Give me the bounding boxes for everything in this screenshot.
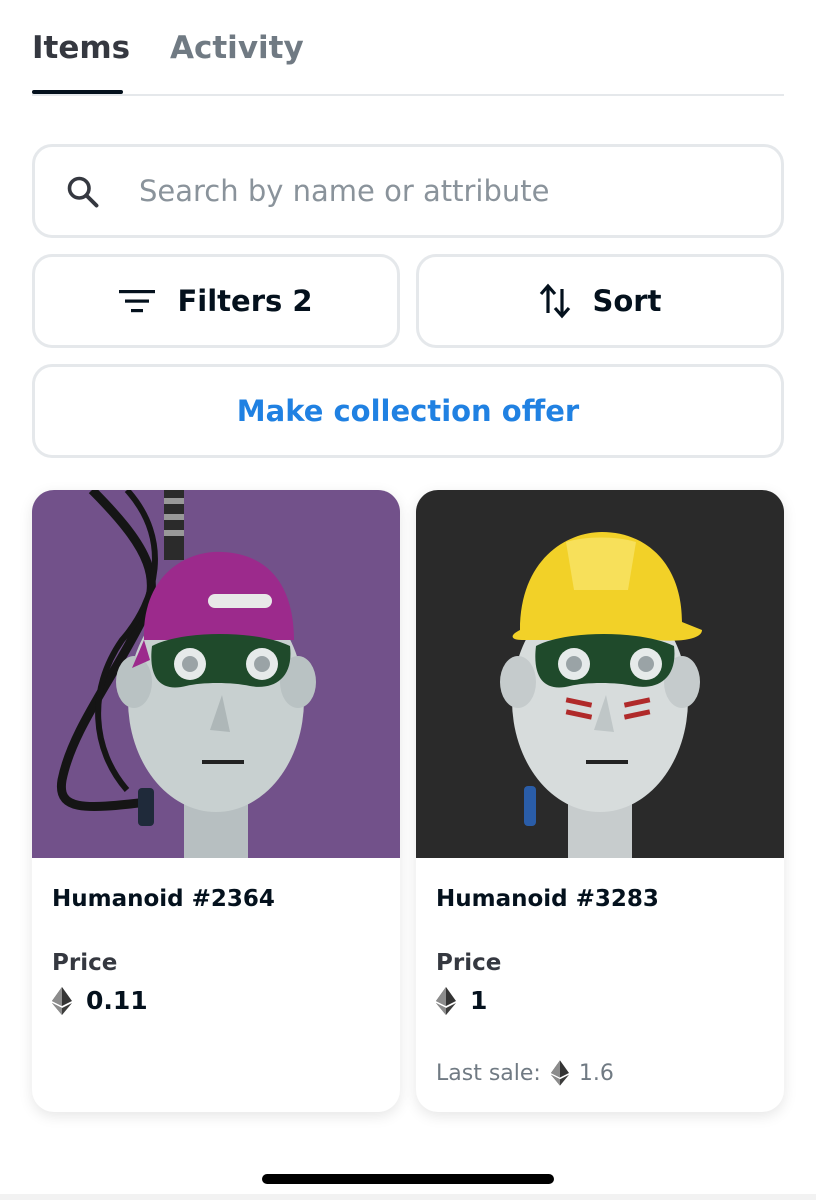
ethereum-icon	[436, 986, 456, 1015]
price-label: Price	[52, 950, 118, 976]
make-collection-offer-label: Make collection offer	[236, 394, 580, 428]
sort-button-label: Sort	[592, 284, 662, 318]
price-amount: 0.11	[86, 986, 148, 1015]
ethereum-icon	[550, 1060, 569, 1086]
home-indicator[interactable]	[262, 1174, 554, 1184]
nft-name[interactable]: Humanoid #2364	[52, 886, 275, 912]
filters-button[interactable]: Filters 2	[32, 254, 400, 348]
nft-image	[416, 490, 784, 858]
nft-name[interactable]: Humanoid #3283	[436, 886, 659, 912]
last-sale-label: Last sale:	[436, 1060, 541, 1086]
ethereum-icon	[52, 986, 72, 1015]
search-icon	[67, 176, 99, 208]
tab-bar: Items Activity	[32, 0, 784, 96]
search-input[interactable]	[139, 167, 749, 215]
filters-button-label: Filters 2	[177, 284, 313, 318]
sort-icon	[539, 283, 570, 319]
price-value: 0.11	[52, 986, 148, 1015]
price-label: Price	[436, 950, 502, 976]
sort-button[interactable]: Sort	[416, 254, 784, 348]
make-collection-offer-button[interactable]: Make collection offer	[32, 364, 784, 458]
price-amount: 1	[470, 986, 488, 1015]
last-sale: Last sale: 1.6	[436, 1060, 614, 1086]
price-value: 1	[436, 986, 487, 1015]
active-tab-indicator	[32, 90, 123, 94]
tab-items[interactable]: Items	[32, 30, 130, 66]
last-sale-amount: 1.6	[578, 1060, 614, 1086]
nft-card[interactable]: Humanoid #3283 Price 1 Last sale: 1.6	[416, 490, 784, 1112]
filter-icon	[119, 290, 156, 313]
bottom-edge	[0, 1194, 816, 1200]
search-box[interactable]	[32, 144, 784, 238]
nft-card[interactable]: Humanoid #2364 Price 0.11	[32, 490, 400, 1112]
nft-image	[32, 490, 400, 858]
tab-activity[interactable]: Activity	[170, 30, 304, 66]
